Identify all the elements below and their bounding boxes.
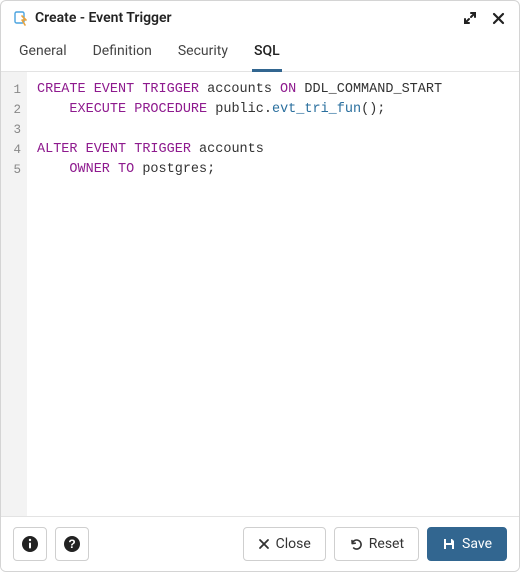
reset-button-label: Reset [369,536,404,552]
dialog-create-event-trigger: Create - Event Trigger General Definition… [0,0,520,572]
code-line: OWNER TO postgres; [37,160,442,180]
close-button[interactable]: Close [243,527,326,561]
reset-button[interactable]: Reset [334,527,419,561]
code-line: EXECUTE PROCEDURE public.evt_tri_fun(); [37,100,442,120]
close-window-icon[interactable] [489,9,507,27]
maximize-icon[interactable] [461,9,479,27]
tab-sql[interactable]: SQL [252,37,282,72]
help-button[interactable]: ? [55,527,89,561]
save-button-label: Save [462,536,492,552]
line-number: 4 [5,140,21,160]
close-button-label: Close [276,536,311,552]
svg-text:?: ? [68,537,75,551]
tab-bar: General Definition Security SQL [1,33,519,72]
event-trigger-icon [13,10,29,26]
titlebar: Create - Event Trigger [1,1,519,33]
dialog-footer: ? Close Reset Save [1,516,519,571]
code-line: ALTER EVENT TRIGGER accounts [37,140,442,160]
code-line: CREATE EVENT TRIGGER accounts ON DDL_COM… [37,80,442,100]
line-number: 5 [5,160,21,180]
line-number: 2 [5,100,21,120]
sql-editor[interactable]: 12345 CREATE EVENT TRIGGER accounts ON D… [1,72,519,516]
line-number: 1 [5,80,21,100]
line-gutter: 12345 [1,72,27,516]
info-button[interactable] [13,527,47,561]
tab-general[interactable]: General [17,37,69,72]
tab-definition[interactable]: Definition [91,37,154,72]
tab-security[interactable]: Security [176,37,230,72]
code-line [37,120,442,140]
save-button[interactable]: Save [427,527,507,561]
code-area[interactable]: CREATE EVENT TRIGGER accounts ON DDL_COM… [27,72,452,516]
dialog-title: Create - Event Trigger [35,10,172,26]
line-number: 3 [5,120,21,140]
